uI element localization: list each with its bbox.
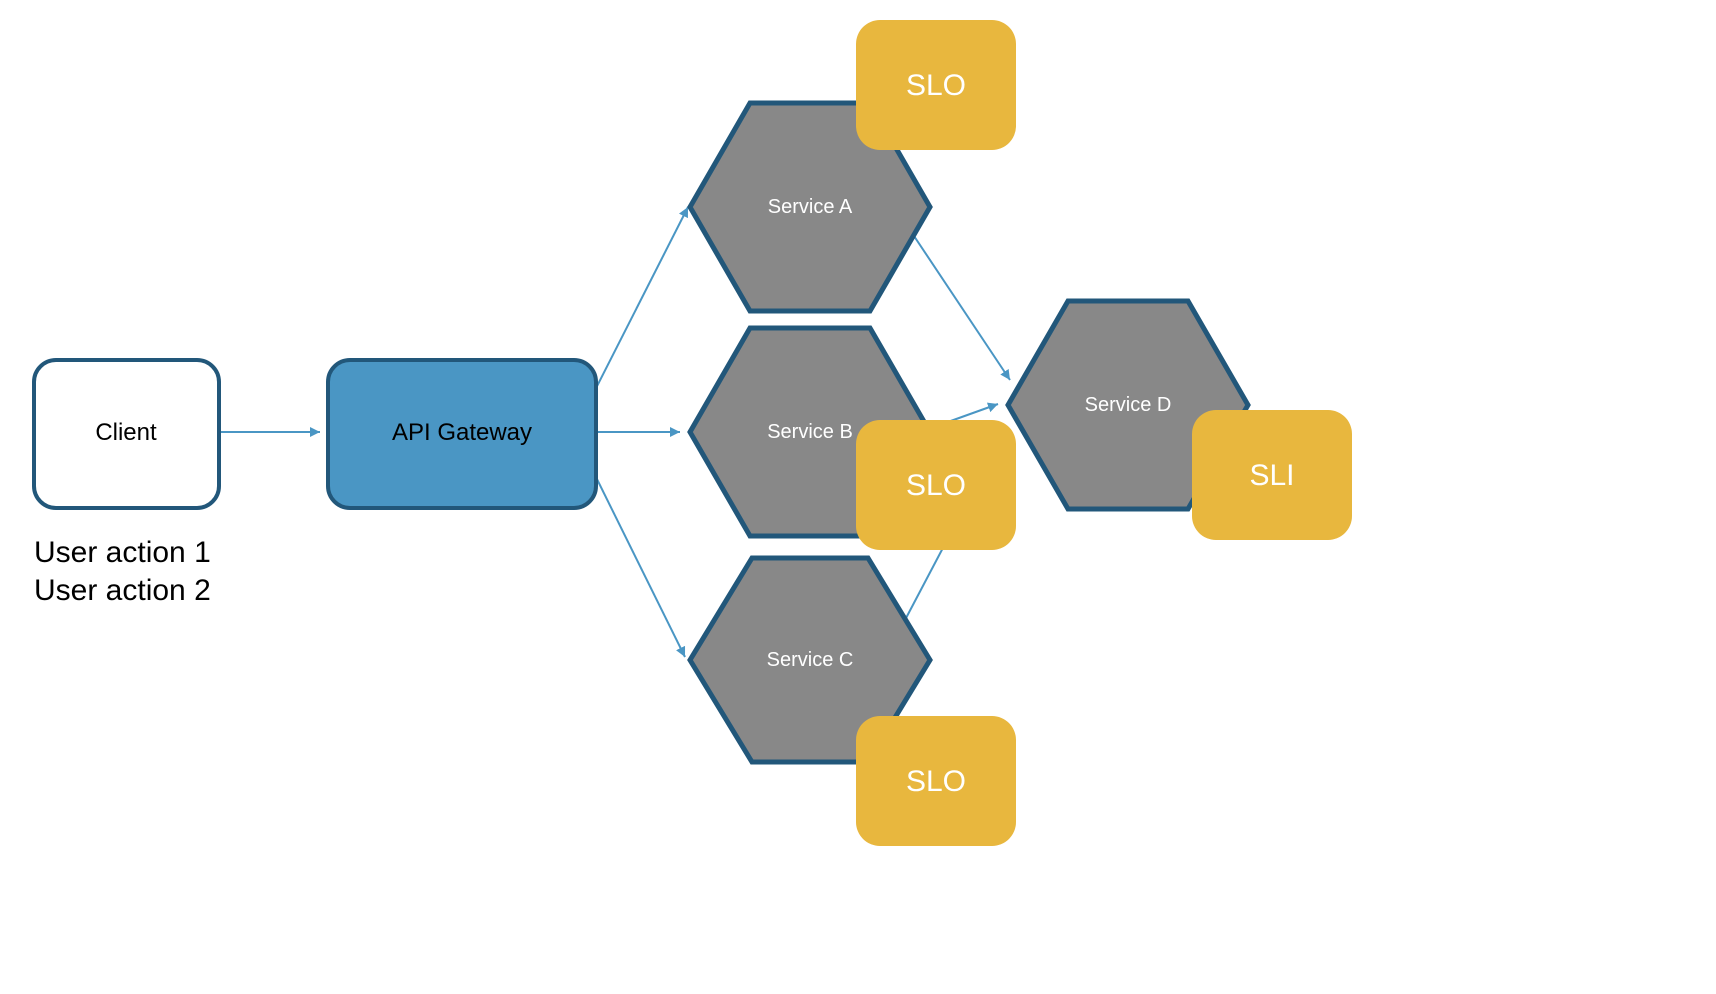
service-b-label: Service B: [767, 421, 853, 443]
slo-c-label: SLO: [906, 765, 966, 798]
user-action-2: User action 2: [34, 574, 211, 607]
user-actions: User action 1 User action 2: [34, 536, 211, 607]
client-node: Client: [34, 360, 219, 508]
service-d-label: Service D: [1085, 394, 1172, 416]
sli-badge-service-d: SLI: [1192, 410, 1352, 540]
api-gateway-label: API Gateway: [392, 419, 532, 446]
user-action-1: User action 1: [34, 536, 211, 569]
architecture-diagram: Client User action 1 User action 2 API G…: [0, 0, 1716, 994]
client-label: Client: [95, 419, 157, 446]
service-c-label: Service C: [767, 649, 854, 671]
arrow-gateway-serviceA: [590, 207, 688, 400]
slo-badge-service-b: SLO: [856, 420, 1016, 550]
slo-badge-service-c: SLO: [856, 716, 1016, 846]
slo-b-label: SLO: [906, 469, 966, 502]
arrow-gateway-serviceC: [590, 465, 685, 657]
slo-a-label: SLO: [906, 69, 966, 102]
slo-badge-service-a: SLO: [856, 20, 1016, 150]
service-a-label: Service A: [768, 196, 853, 218]
arrow-serviceA-serviceD: [910, 230, 1010, 380]
api-gateway-node: API Gateway: [328, 360, 596, 508]
sli-d-label: SLI: [1249, 459, 1294, 492]
